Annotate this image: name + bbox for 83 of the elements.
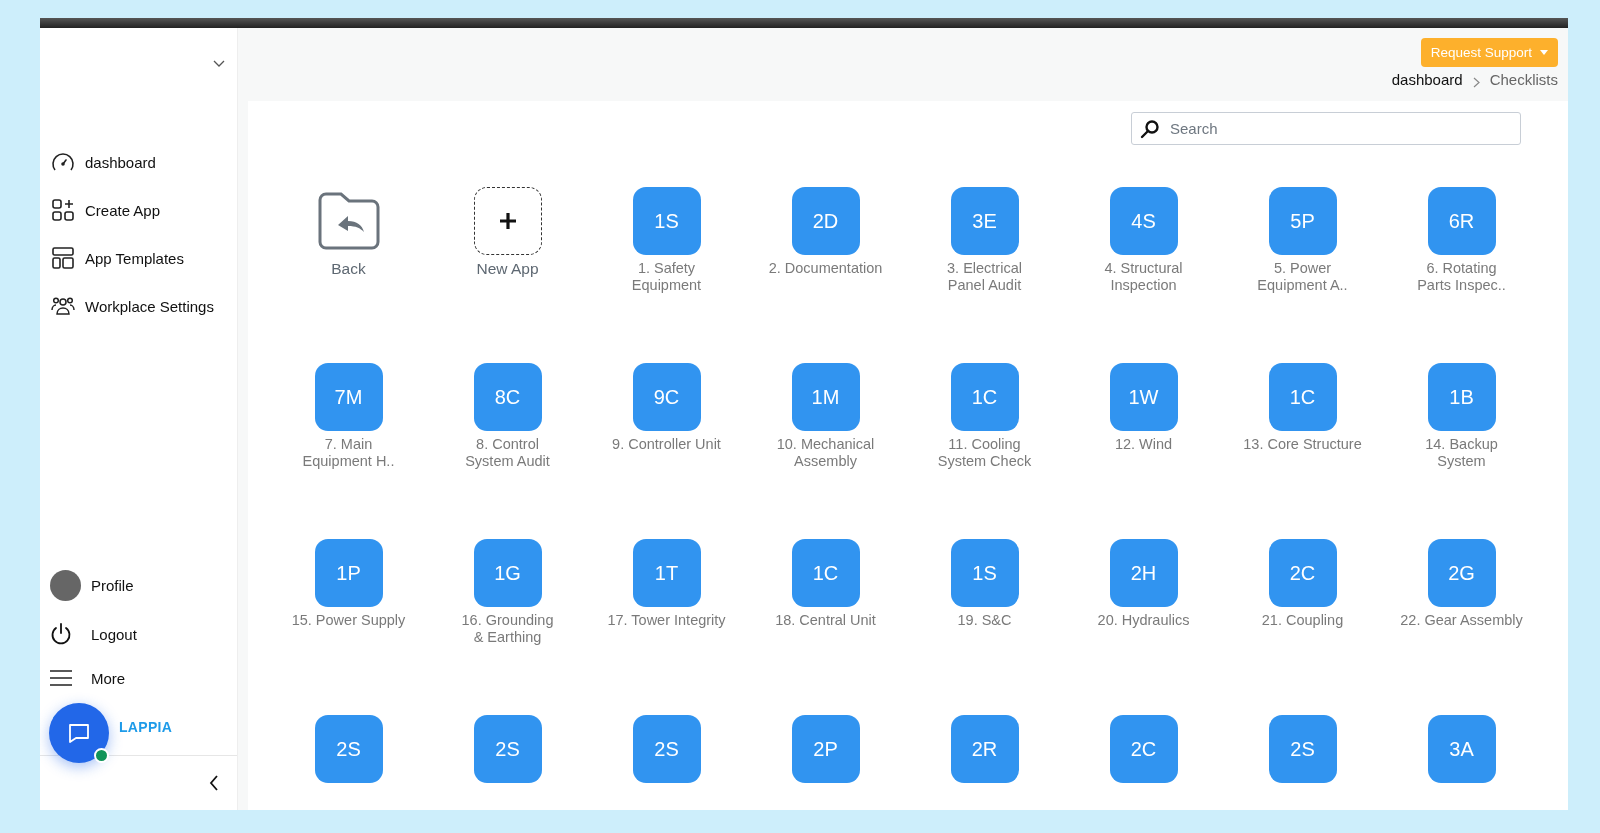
app-tile[interactable]: 1S	[950, 539, 1019, 607]
app-tile[interactable]: 7M	[314, 363, 383, 431]
sidebar-item[interactable]: Logout	[50, 623, 137, 645]
app-label: 5. Power Equipment A..	[1256, 260, 1349, 294]
app-tile[interactable]: 8C	[473, 363, 542, 431]
app-tile[interactable]: 2C	[1109, 715, 1178, 783]
chevron-down-icon[interactable]	[213, 60, 225, 68]
app-label: 16. Grounding & Earthing	[460, 612, 555, 646]
app-tile[interactable]: 2P	[791, 715, 860, 783]
avatar-icon	[50, 570, 81, 601]
app-label: 19. S&C	[956, 612, 1013, 629]
app-label: 6. Rotating Parts Inspec..	[1416, 260, 1507, 294]
app-tile[interactable]: 1C	[950, 363, 1019, 431]
folder-back-icon[interactable]	[317, 192, 380, 250]
app-label: 7. Main Equipment H..	[301, 436, 396, 470]
app-label: 13. Core Structure	[1242, 436, 1363, 453]
sidebar-item[interactable]: Profile	[50, 570, 134, 601]
app-tile[interactable]: 1P	[314, 539, 383, 607]
app-tile[interactable]: 1C	[791, 539, 860, 607]
app-tile[interactable]: 1G	[473, 539, 542, 607]
app-label: 21. Coupling	[1260, 612, 1345, 629]
breadcrumb-item[interactable]: dashboard	[1391, 71, 1463, 88]
plus-icon	[498, 212, 517, 230]
app-tile[interactable]: 2G	[1427, 539, 1496, 607]
app-label: 15. Power Supply	[290, 612, 407, 629]
chevron-right-icon	[1472, 76, 1480, 88]
app-label: 17. Tower Integrity	[606, 612, 727, 629]
app-tile[interactable]: 9C	[632, 363, 701, 431]
app-tile[interactable]: 1M	[791, 363, 860, 431]
chat-icon	[67, 721, 91, 745]
search-field[interactable]: Search	[1131, 112, 1521, 145]
logo-text: LAPPIA	[119, 719, 173, 735]
breadcrumb-item: Checklists	[1489, 71, 1558, 88]
app-tile[interactable]: 1B	[1427, 363, 1496, 431]
menu-icon	[50, 670, 72, 686]
online-status-dot	[94, 748, 109, 763]
app-tile[interactable]: 1T	[632, 539, 701, 607]
app-label: Back	[330, 260, 367, 277]
app-tile[interactable]: 6R	[1427, 187, 1496, 255]
app-tile[interactable]: 5P	[1268, 187, 1337, 255]
app-label: 9. Controller Unit	[611, 436, 722, 453]
layout-icon	[52, 247, 74, 269]
app-label: 3. Electrical Panel Audit	[946, 260, 1023, 294]
app-tile[interactable]: 2D	[791, 187, 860, 255]
app-label: 22. Gear Assembly	[1399, 612, 1524, 629]
gauge-icon	[51, 151, 75, 173]
app-label: 18. Central Unit	[774, 612, 877, 629]
app-label: 1. Safety Equipment	[630, 260, 703, 294]
sidebar-item[interactable]: Workplace Settings	[51, 295, 214, 317]
app-label: 11. Cooling System Check	[936, 436, 1033, 470]
app-label: 20. Hydraulics	[1096, 612, 1191, 629]
sidebar-item[interactable]: App Templates	[51, 247, 184, 269]
app-label: New App	[475, 260, 540, 277]
request-support-button[interactable]: Request Support	[1420, 38, 1558, 67]
sidebar-item[interactable]: Create App	[51, 199, 161, 221]
app-tile[interactable]: 4S	[1109, 187, 1178, 255]
new-app-tile[interactable]	[473, 187, 542, 255]
grid-plus-icon	[52, 199, 74, 221]
app-label: 2. Documentation	[767, 260, 884, 277]
app-tile[interactable]: 1S	[632, 187, 701, 255]
sidebar-item[interactable]: dashboard	[51, 151, 156, 173]
app-tile[interactable]: 3A	[1427, 715, 1496, 783]
app-tile[interactable]: 2S	[632, 715, 701, 783]
app-tile[interactable]: 1W	[1109, 363, 1178, 431]
people-icon	[51, 296, 75, 316]
app-tile[interactable]: 1C	[1268, 363, 1337, 431]
chevron-left-icon[interactable]	[209, 775, 219, 791]
power-icon	[50, 623, 72, 645]
app-label: 4. Structural Inspection	[1103, 260, 1184, 294]
app-label: 8. Control System Audit	[464, 436, 551, 470]
app-label: 14. Backup System	[1424, 436, 1499, 470]
app-label: 10. Mechanical Assembly	[775, 436, 876, 470]
app-tile[interactable]: 2S	[1268, 715, 1337, 783]
app-tile[interactable]: 2S	[473, 715, 542, 783]
sidebar-item[interactable]: More	[50, 667, 126, 689]
app-tile[interactable]: 3E	[950, 187, 1019, 255]
app-tile[interactable]: 2R	[950, 715, 1019, 783]
app-tile[interactable]: 2H	[1109, 539, 1178, 607]
caret-icon	[1540, 50, 1548, 55]
app-label: 12. Wind	[1113, 436, 1174, 453]
app-tile[interactable]: 2C	[1268, 539, 1337, 607]
app-tile[interactable]: 2S	[314, 715, 383, 783]
chat-button[interactable]	[49, 703, 109, 763]
